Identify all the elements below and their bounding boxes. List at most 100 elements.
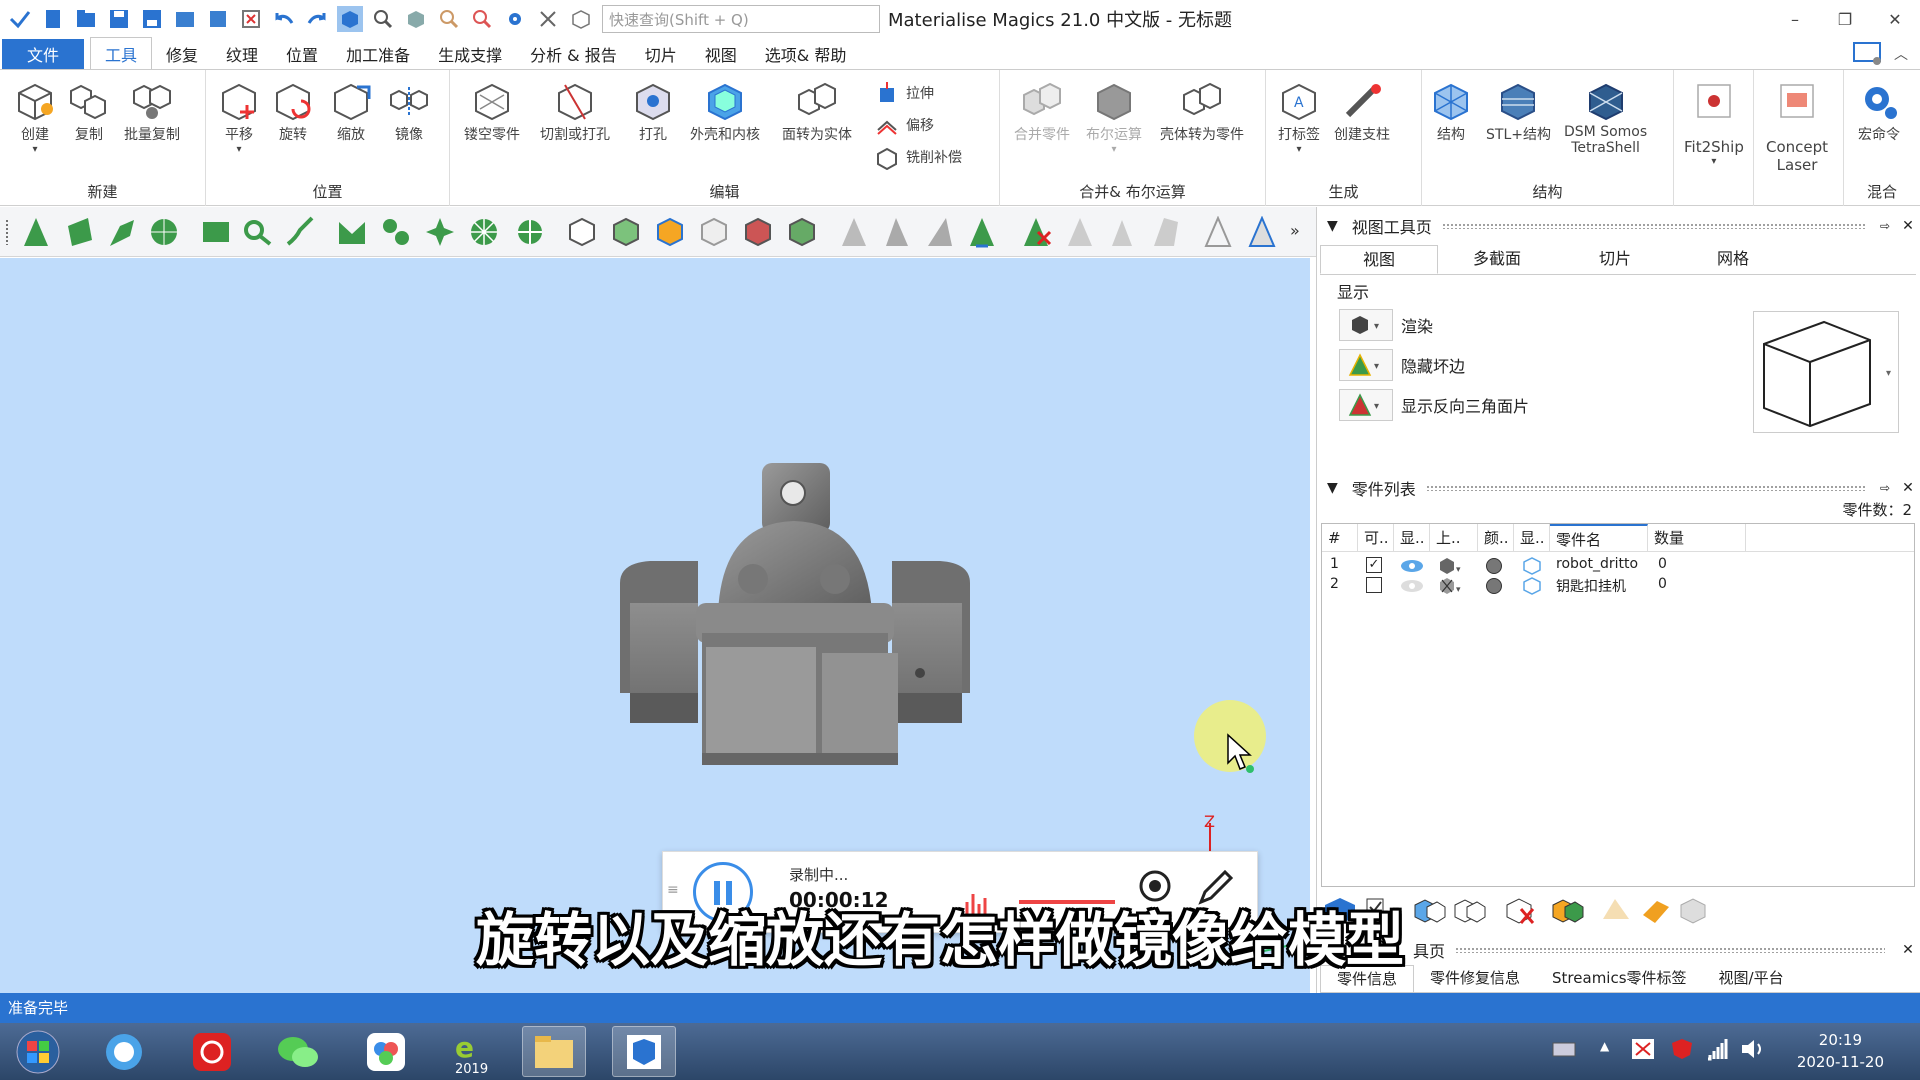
stl-structure-button[interactable]: STL+结构 [1486, 78, 1551, 144]
batch-copy-button[interactable]: 批量复制 [124, 78, 180, 144]
merge-parts-button[interactable]: 合并零件 [1014, 78, 1070, 144]
keyboard-icon[interactable] [1552, 1039, 1576, 1059]
copy-button[interactable]: 复制 [66, 78, 112, 144]
boolean-button[interactable]: 布尔运算 ▾ [1086, 78, 1142, 155]
visible-eye-icon[interactable] [1400, 558, 1424, 574]
mark-brush-icon[interactable] [284, 216, 316, 248]
scale-button[interactable]: 缩放 [328, 78, 374, 144]
box-view-icon[interactable] [403, 6, 429, 32]
tray-expand-icon[interactable]: ▲ [1600, 1039, 1609, 1053]
unmark-plane-icon[interactable] [880, 216, 912, 248]
import-part-icon[interactable] [172, 6, 198, 32]
tab-texture[interactable]: 纹理 [212, 39, 272, 69]
render-mode-icon[interactable]: ▾ [1438, 576, 1464, 596]
tab-view-tools-view[interactable]: 视图 [1320, 245, 1438, 274]
app-logo-icon[interactable] [7, 6, 33, 32]
select-marked-icon[interactable] [742, 216, 774, 248]
collapse-ribbon-icon[interactable]: ︿ [1894, 44, 1908, 64]
col-part-name[interactable]: 零件名 [1550, 524, 1648, 552]
quick-search-input[interactable]: 快速查询(Shift + Q) [602, 5, 880, 33]
close-bottom-panel-icon[interactable]: ✕ [1895, 942, 1920, 958]
tab-position[interactable]: 位置 [272, 39, 332, 69]
taskbar-magics-icon[interactable] [612, 1026, 676, 1077]
col-display[interactable]: 显.. [1514, 524, 1550, 552]
save-part-icon[interactable] [205, 6, 231, 32]
col-render[interactable]: 上.. [1430, 524, 1478, 552]
shrink-marking-icon[interactable] [1106, 216, 1138, 248]
hidden-eye-icon[interactable] [1400, 578, 1424, 594]
mark-all-icon[interactable] [468, 216, 500, 248]
taskbar-ie-icon[interactable]: e 2019 [440, 1026, 504, 1077]
dsm-somos-button[interactable]: DSM Somos TetraShell [1564, 78, 1647, 156]
view-orientation-cube[interactable]: ▾ [1753, 311, 1899, 433]
color-swatch[interactable] [1486, 578, 1502, 594]
save-as-icon[interactable] [139, 6, 165, 32]
bad-edges-dropdown[interactable]: ▾ [1339, 349, 1393, 381]
clear-marking-icon[interactable] [1020, 216, 1052, 248]
table-row[interactable]: 2 ▾ 钥匙扣挂机 0 [1322, 576, 1914, 596]
render-dropdown[interactable]: ▾ [1339, 309, 1393, 341]
macro-button[interactable]: 宏命令 [1856, 78, 1902, 144]
structure-button[interactable]: 结构 [1428, 78, 1474, 144]
mark-surface-icon[interactable] [106, 216, 138, 248]
unmark-shell-icon[interactable] [966, 216, 998, 248]
hollow-part-button[interactable]: 镂空零件 [464, 78, 520, 144]
mark-edge-icon[interactable] [1202, 216, 1234, 248]
close-parts-list-icon[interactable]: ✕ [1895, 480, 1920, 496]
unmark-surface-icon[interactable] [924, 216, 956, 248]
tab-build-prep[interactable]: 加工准备 [332, 39, 424, 69]
tab-view[interactable]: 视图 [691, 39, 751, 69]
minimize-button[interactable]: – [1780, 6, 1810, 32]
save-icon[interactable] [106, 6, 132, 32]
shell-core-button[interactable]: 外壳和内核 [690, 78, 760, 144]
zoom-in-icon[interactable] [436, 6, 462, 32]
close-button[interactable]: ✕ [1880, 6, 1910, 32]
unload-part-icon[interactable] [238, 6, 264, 32]
col-visible[interactable]: 显.. [1394, 524, 1430, 552]
tab-file[interactable]: 文件 [2, 39, 84, 69]
expand-marking-icon[interactable] [1150, 216, 1182, 248]
tab-fix[interactable]: 修复 [152, 39, 212, 69]
zoom-part-icon[interactable] [370, 6, 396, 32]
volume-icon[interactable] [1740, 1037, 1766, 1061]
restore-button[interactable]: ❐ [1830, 6, 1860, 32]
label-button[interactable]: A 打标签 ▾ [1276, 78, 1322, 155]
taskbar-clock[interactable]: 20:19 2020-11-20 [1797, 1029, 1884, 1073]
tab-slice[interactable]: 切片 [631, 39, 691, 69]
mark-connected-icon[interactable] [380, 216, 412, 248]
rotate-button[interactable]: 旋转 [270, 78, 316, 144]
mark-triangle-icon[interactable] [20, 216, 52, 248]
close-view-tools-icon[interactable]: ✕ [1895, 218, 1920, 234]
robot-model[interactable] [610, 463, 990, 773]
new-file-icon[interactable] [40, 6, 66, 32]
surface-to-solid-button[interactable]: 面转为实体 [782, 78, 852, 144]
row-checkbox[interactable] [1366, 577, 1382, 593]
col-color[interactable]: 颜.. [1478, 524, 1514, 552]
pin-parts-list-icon[interactable]: ⇨ [1875, 481, 1895, 495]
taskbar-explorer-icon[interactable] [522, 1026, 586, 1077]
unmark-triangle-icon[interactable] [838, 216, 870, 248]
tab-options-help[interactable]: 选项& 帮助 [751, 39, 861, 69]
shell-to-part-button[interactable]: 壳体转为零件 [1160, 78, 1244, 144]
ribbon-settings-icon[interactable] [1852, 40, 1884, 68]
mark-bad-edge-icon[interactable] [1246, 216, 1278, 248]
translate-button[interactable]: 平移 ▾ [216, 78, 262, 155]
mark-shell-icon[interactable] [148, 216, 180, 248]
mark-contour-icon[interactable] [336, 216, 368, 248]
concept-laser-button[interactable]: Concept Laser [1766, 78, 1828, 174]
tab-tools[interactable]: 工具 [90, 37, 153, 69]
cut-punch-button[interactable]: 切割或打孔 [540, 78, 610, 144]
box-icon[interactable] [568, 6, 594, 32]
mark-lasso-icon[interactable] [242, 216, 274, 248]
taskbar-netease-music-icon[interactable] [180, 1026, 244, 1077]
mirror-button[interactable]: 镜像 [386, 78, 432, 144]
mark-noise-icon[interactable] [424, 216, 456, 248]
mark-plane-icon[interactable] [64, 216, 96, 248]
redo-icon[interactable] [304, 6, 330, 32]
tab-view-tools-slice[interactable]: 切片 [1556, 245, 1674, 274]
undo-icon[interactable] [271, 6, 297, 32]
table-row[interactable]: 1 ✓ ▾ robot_dritto 0 [1322, 556, 1914, 576]
offset-button[interactable]: 偏移 [874, 112, 934, 138]
fit2ship-button[interactable]: Fit2Ship ▾ [1684, 78, 1744, 167]
extrude-button[interactable]: 拉伸 [874, 80, 934, 106]
